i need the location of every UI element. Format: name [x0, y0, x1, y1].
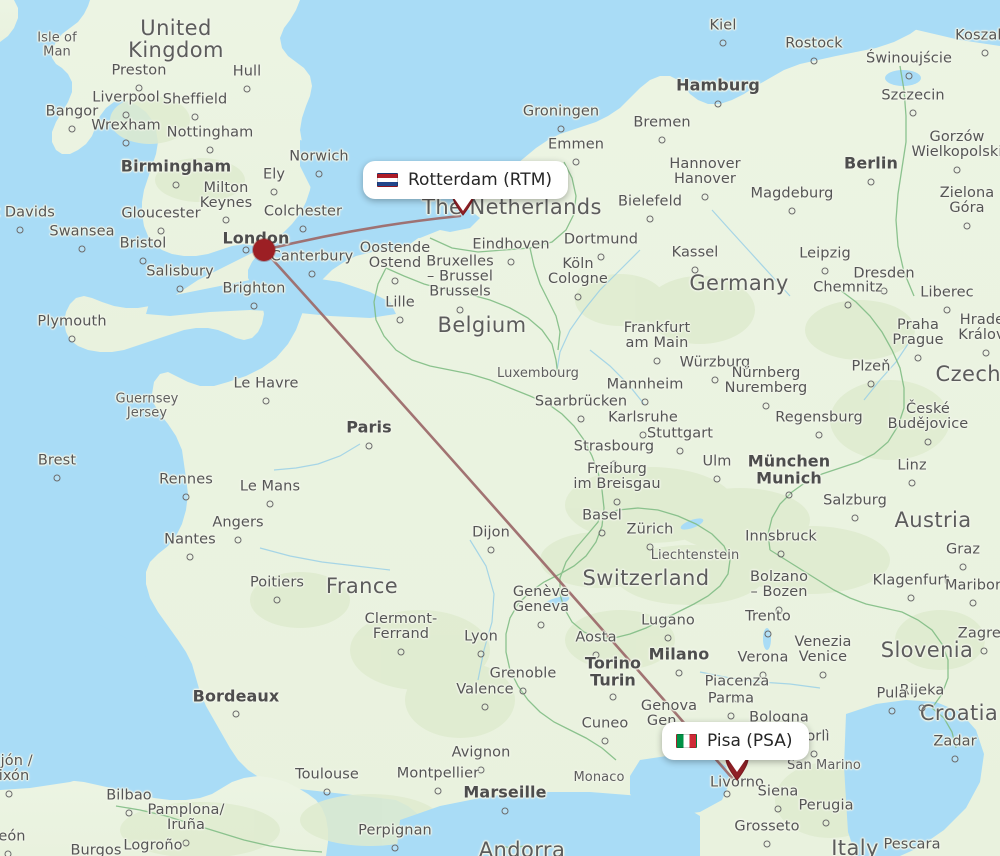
callout-tail: [728, 759, 746, 772]
flag-italy-icon: [676, 734, 697, 748]
flight-route-map[interactable]: United Kingdom The Netherlands Belgium Germ…: [0, 0, 1000, 856]
rotterdam-callout[interactable]: Rotterdam (RTM): [363, 161, 568, 211]
callout-tail: [454, 198, 472, 211]
rotterdam-callout-label: Rotterdam (RTM): [408, 170, 552, 190]
pisa-callout-label: Pisa (PSA): [707, 731, 793, 751]
base-map-layer: [0, 0, 1000, 856]
pisa-callout[interactable]: Pisa (PSA): [662, 722, 809, 772]
london-origin-marker[interactable]: [253, 239, 275, 261]
flag-netherlands-icon: [377, 173, 398, 187]
